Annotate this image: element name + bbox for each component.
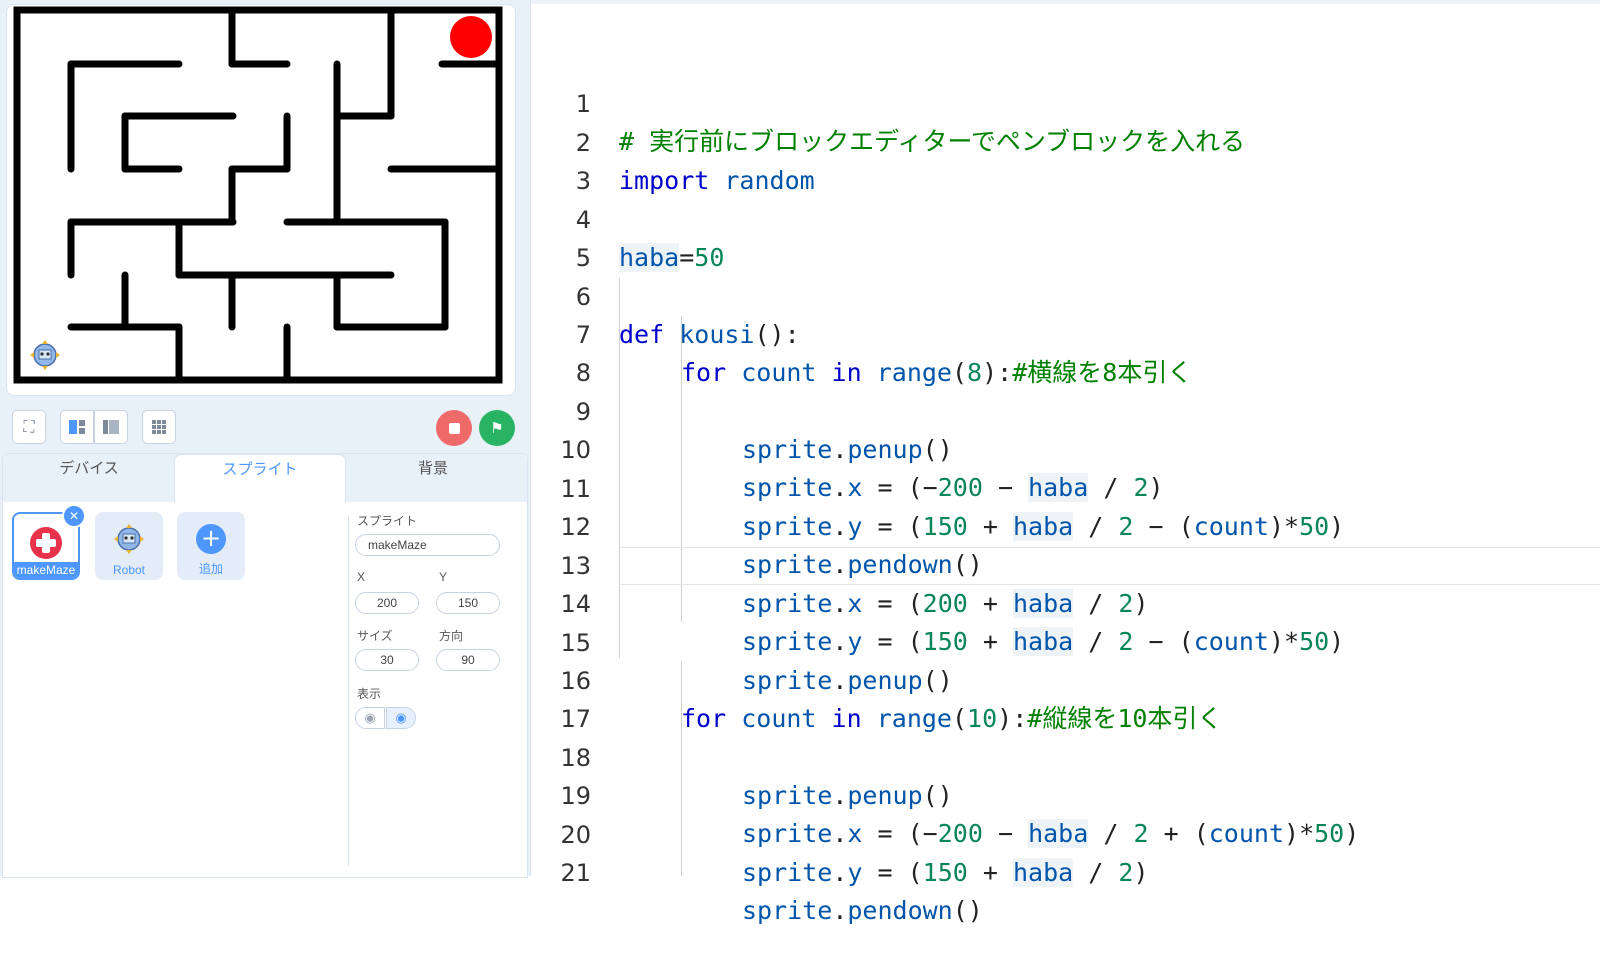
goal-dot (450, 16, 492, 58)
code-line: 2 import random (531, 86, 1600, 195)
code-line: 6 def kousi(): (531, 240, 1600, 349)
direction-label: 方向 (439, 629, 464, 643)
large-stage-button[interactable] (94, 410, 128, 444)
grid-button[interactable] (142, 410, 176, 444)
line-number: 21 (560, 859, 591, 887)
code-line: 4 haba=50 (531, 163, 1600, 272)
code-line: 5 (531, 201, 1600, 272)
sprite-panel: デバイス スプライト 背景 makeMaze ✕ Robot + 追加 スプライ… (2, 453, 528, 878)
y-field[interactable]: 150 (436, 592, 500, 614)
sprite-robot[interactable]: Robot (95, 512, 163, 580)
size-field[interactable]: 30 (355, 649, 419, 671)
stop-button[interactable] (436, 410, 472, 446)
add-sprite-button[interactable]: + 追加 (177, 512, 245, 580)
large-stage-icon (103, 420, 119, 434)
robot-icon[interactable] (30, 340, 60, 370)
green-flag-button[interactable]: ⚑ (479, 410, 515, 446)
sprite-makemaze[interactable]: makeMaze ✕ (12, 504, 86, 580)
code-line: 7 for count in range(8):#横線を8本引く (531, 278, 1600, 387)
identifier: sprite (742, 858, 833, 887)
panel-divider (348, 516, 349, 866)
maze-canvas (13, 6, 503, 384)
grid-icon (152, 420, 166, 434)
red-cross-icon (30, 527, 62, 559)
tab-device[interactable]: デバイス (3, 454, 175, 502)
editor-top-border (531, 0, 1600, 4)
tab-sprite[interactable]: スプライト (174, 454, 346, 503)
tab-backdrop[interactable]: 背景 (347, 454, 519, 502)
delete-sprite-icon[interactable]: ✕ (62, 504, 86, 528)
direction-field[interactable]: 90 (436, 649, 500, 671)
fullscreen-button[interactable]: ⛶ (12, 410, 46, 444)
identifier: y (847, 858, 863, 887)
y-label: Y (439, 570, 448, 584)
code-line: 19 sprite.x = (−200 − haba / 2 + (count)… (531, 739, 1600, 848)
number: 2 (1118, 858, 1134, 887)
sprite-name-field[interactable]: makeMaze (355, 534, 500, 556)
code-line: 10 sprite.x = (−200 − haba / 2) (531, 393, 1600, 502)
code-line: 14 sprite.y = (150 + haba / 2 − (count)*… (531, 547, 1600, 656)
code-line: 12 sprite.pendown() (531, 470, 1600, 579)
small-stage-icon (69, 420, 85, 434)
fullscreen-icon: ⛶ (23, 417, 35, 436)
code-line: 15 sprite.penup() (531, 586, 1600, 695)
x-field[interactable]: 200 (355, 592, 419, 614)
number: 150 (922, 858, 968, 887)
stage[interactable] (6, 4, 516, 396)
identifier: haba (1013, 858, 1074, 887)
code-line: 13 sprite.x = (200 + haba / 2) (531, 509, 1600, 618)
code-line: 16 for count in range(10):#縦線を10本引く (531, 624, 1600, 733)
plus-icon: + (196, 524, 226, 554)
code-editor[interactable]: 1 # 実行前にブロックエディターでペンブロックを入れる 2 import ra… (530, 0, 1600, 925)
code-line: 17 (531, 662, 1600, 733)
identifier: sprite (742, 896, 833, 925)
code-line: 21 sprite.pendown() (531, 816, 1600, 925)
code-line: 9 sprite.penup() (531, 355, 1600, 464)
panel-tabs: デバイス スプライト 背景 (3, 454, 527, 503)
code-line: 1 # 実行前にブロックエディターでペンブロックを入れる (531, 47, 1600, 156)
sprite-name-label: スプライト (357, 514, 418, 528)
small-stage-button[interactable] (60, 410, 94, 444)
size-label: サイズ (357, 629, 393, 643)
show-button[interactable]: ◉ (386, 707, 416, 729)
left-pane: ⛶ ⚑ デバイス スプライト 背景 makeMaze ✕ Robot + 追加 … (0, 0, 530, 878)
sprite-label: makeMaze (14, 562, 78, 578)
green-flag-icon: ⚑ (490, 419, 504, 437)
x-label: X (357, 570, 366, 584)
robot-icon (114, 524, 144, 554)
stop-icon (448, 422, 460, 434)
add-label: 追加 (198, 562, 223, 576)
code-line: 8 (531, 316, 1600, 387)
code-line: 20 sprite.y = (150 + haba / 2) (531, 778, 1600, 887)
stage-toolbar: ⛶ ⚑ (0, 404, 530, 446)
code-line: 3 (531, 124, 1600, 195)
eye-closed-icon: ◉ (364, 710, 376, 725)
code-line: 11 sprite.y = (150 + haba / 2 − (count)*… (531, 432, 1600, 541)
sprite-label: Robot (112, 563, 146, 577)
eye-icon: ◉ (395, 710, 407, 725)
hide-button[interactable]: ◉ (355, 707, 385, 729)
code-line: 18 sprite.penup() (531, 701, 1600, 810)
show-label: 表示 (357, 687, 382, 701)
identifier: pendown (847, 896, 953, 925)
